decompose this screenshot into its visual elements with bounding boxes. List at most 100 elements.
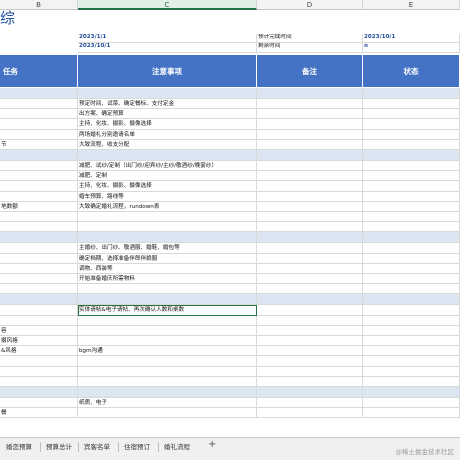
section-row-cell[interactable] [363, 88, 460, 99]
sheet-tab[interactable]: 宾客名单 [80, 441, 114, 453]
remark-cell[interactable] [257, 119, 363, 130]
task-cell[interactable] [0, 356, 78, 367]
notes-cell[interactable]: 预定时间、试菜、确定餐标、支付定金 [78, 99, 257, 110]
task-cell[interactable] [0, 274, 78, 285]
section-row-cell[interactable] [257, 294, 363, 306]
task-cell[interactable] [0, 212, 78, 223]
section-row-cell[interactable] [363, 294, 460, 306]
section-row-cell[interactable] [78, 150, 257, 161]
remark-cell[interactable] [257, 243, 363, 254]
notes-cell[interactable]: 主持、化妆、摄影、摄像选择 [78, 119, 257, 130]
sheet-tab[interactable]: 婚礼流程 [160, 441, 194, 453]
task-cell[interactable] [0, 305, 78, 316]
remark-cell[interactable] [257, 315, 363, 326]
remark-cell[interactable] [257, 274, 363, 285]
status-cell[interactable] [363, 284, 460, 295]
sheet-tab[interactable]: 住宿预订 [120, 441, 154, 453]
remark-cell[interactable] [257, 376, 363, 387]
spreadsheet[interactable]: B C D E 综 2023/1/1 预计完成时间 2023/10/1 2023… [0, 0, 460, 437]
status-cell[interactable] [363, 171, 460, 182]
section-row-cell[interactable] [78, 232, 257, 244]
header-task[interactable]: 任务 [0, 55, 78, 88]
add-sheet-icon[interactable]: + [208, 439, 216, 450]
notes-cell[interactable] [78, 376, 257, 387]
notes-cell[interactable]: 纸质、电子 [78, 398, 257, 409]
remark-cell[interactable] [257, 356, 363, 367]
remark-cell[interactable] [257, 139, 363, 150]
status-cell[interactable] [363, 274, 460, 285]
task-cell[interactable] [0, 181, 78, 192]
remark-cell[interactable] [257, 109, 363, 120]
planned-end-label[interactable]: 预计完成时间 [257, 34, 363, 43]
status-cell[interactable] [363, 305, 460, 316]
section-row-cell[interactable] [363, 387, 460, 398]
remaining-cell[interactable]: n [363, 43, 460, 53]
status-cell[interactable] [363, 336, 460, 347]
column-header-c[interactable]: C [78, 0, 257, 10]
notes-cell[interactable]: 两场婚礼分别邀请名单 [78, 129, 257, 140]
remark-cell[interactable] [257, 305, 363, 316]
notes-cell[interactable] [78, 315, 257, 326]
task-cell[interactable]: 容 [0, 325, 78, 336]
status-cell[interactable] [363, 181, 460, 192]
start-date-cell[interactable]: 2023/1/1 [78, 34, 257, 43]
status-cell[interactable] [363, 356, 460, 367]
header-remark[interactable]: 备注 [257, 55, 363, 88]
task-cell[interactable] [0, 366, 78, 377]
task-cell[interactable] [0, 171, 78, 182]
remaining-label[interactable]: 剩余时间 [257, 43, 363, 53]
planned-end-cell[interactable]: 2023/10/1 [363, 34, 460, 43]
sheet-tab[interactable]: 预算总计 [42, 441, 76, 453]
task-cell[interactable] [0, 129, 78, 140]
section-row-cell[interactable] [78, 88, 257, 99]
task-cell[interactable]: 地数额 [0, 201, 78, 212]
notes-cell[interactable]: 调物、西装等 [78, 263, 257, 274]
task-cell[interactable] [0, 253, 78, 264]
notes-cell[interactable] [78, 222, 257, 233]
remark-cell[interactable] [257, 366, 363, 377]
remark-cell[interactable] [257, 325, 363, 336]
task-cell[interactable] [0, 243, 78, 254]
current-date-cell[interactable]: 2023/10/1 [78, 43, 257, 53]
remark-cell[interactable] [257, 99, 363, 110]
column-header-d[interactable]: D [257, 0, 363, 10]
remark-cell[interactable] [257, 212, 363, 223]
notes-cell[interactable]: 婚车预算、路线等 [78, 191, 257, 202]
remark-cell[interactable] [257, 222, 363, 233]
notes-cell[interactable]: 主婚纱、出门纱、敬酒服、婚鞋、婚包等 [78, 243, 257, 254]
task-cell[interactable] [0, 109, 78, 120]
status-cell[interactable] [363, 398, 460, 409]
section-row-cell[interactable] [257, 387, 363, 398]
task-cell[interactable] [0, 191, 78, 202]
remark-cell[interactable] [257, 263, 363, 274]
notes-cell[interactable]: 大致确定婚礼流程，rundown表 [78, 201, 257, 212]
column-header-e[interactable]: E [363, 0, 460, 10]
notes-cell[interactable]: 大致流程、收支分配 [78, 139, 257, 150]
status-cell[interactable] [363, 99, 460, 110]
remark-cell[interactable] [257, 129, 363, 140]
status-cell[interactable] [363, 253, 460, 264]
task-cell[interactable]: 节 [0, 139, 78, 150]
status-cell[interactable] [363, 161, 460, 172]
task-cell[interactable] [0, 119, 78, 130]
task-cell[interactable] [0, 99, 78, 110]
section-row-cell[interactable] [0, 232, 78, 244]
task-cell[interactable] [0, 284, 78, 295]
task-cell[interactable]: 摄风格 [0, 336, 78, 347]
task-cell[interactable] [0, 376, 78, 387]
section-row-cell[interactable] [363, 150, 460, 161]
status-cell[interactable] [363, 222, 460, 233]
notes-cell[interactable]: 出方案、确定预算 [78, 109, 257, 120]
status-cell[interactable] [363, 325, 460, 336]
notes-cell[interactable]: 开始准备婚庆所需物料 [78, 274, 257, 285]
task-cell[interactable] [0, 263, 78, 274]
status-cell[interactable] [363, 201, 460, 212]
task-cell[interactable]: &风格 [0, 346, 78, 357]
status-cell[interactable] [363, 376, 460, 387]
remark-cell[interactable] [257, 346, 363, 357]
remark-cell[interactable] [257, 161, 363, 172]
sheet-tab[interactable]: 婚恋预算 [2, 441, 36, 453]
remark-cell[interactable] [257, 191, 363, 202]
remark-cell[interactable] [257, 284, 363, 295]
remark-cell[interactable] [257, 201, 363, 212]
